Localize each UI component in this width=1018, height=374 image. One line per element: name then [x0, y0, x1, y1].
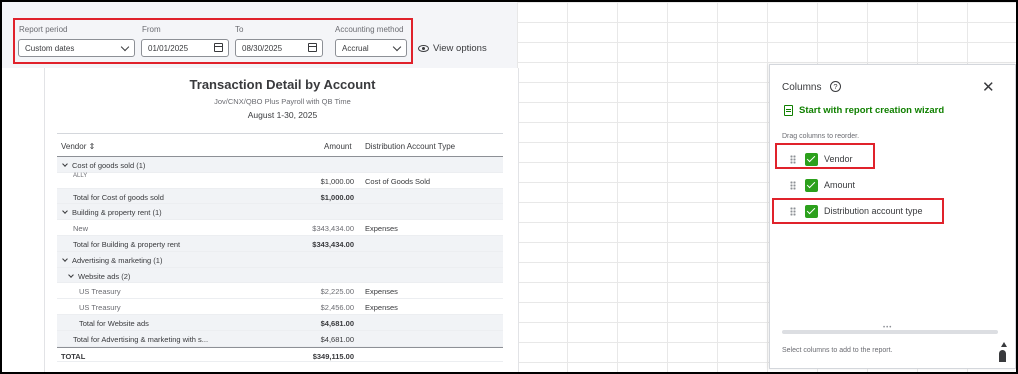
- view-options-label: View options: [433, 43, 487, 54]
- document-icon: [784, 105, 793, 116]
- table-row[interactable]: US Treasury $2,225.00 Expenses: [57, 283, 503, 300]
- help-icon[interactable]: ?: [830, 81, 841, 92]
- group-row[interactable]: Building & property rent (1): [57, 204, 503, 221]
- view-options-button[interactable]: View options: [418, 43, 487, 54]
- scrollbar-thumb[interactable]: [999, 350, 1006, 362]
- table-header: Vendor ⇕ Amount Distribution Account Typ…: [57, 133, 503, 157]
- subgroup-row[interactable]: Website ads (2): [57, 267, 503, 284]
- scroll-up-arrow-icon[interactable]: [1001, 342, 1007, 347]
- column-item-amount[interactable]: Amount: [790, 177, 855, 193]
- table-row[interactable]: US Treasury $2,456.00 Expenses: [57, 299, 503, 315]
- chevron-down-icon[interactable]: [68, 271, 74, 278]
- select-columns-hint: Select columns to add to the report.: [782, 347, 893, 354]
- table-row[interactable]: New $343,434.00 Expenses: [57, 220, 503, 236]
- total-row: Total for Cost of goods sold $1,000.00: [57, 188, 503, 205]
- group-row[interactable]: Cost of goods sold (1): [57, 157, 503, 173]
- column-header-amount[interactable]: Amount: [324, 142, 352, 151]
- highlight-distribution: [772, 198, 944, 224]
- panel-title: Columns: [782, 82, 822, 93]
- column-header-distribution[interactable]: Distribution Account Type: [365, 142, 455, 151]
- column-header-vendor[interactable]: Vendor ⇕: [61, 142, 95, 151]
- report-wizard-link[interactable]: Start with report creation wizard: [784, 105, 944, 116]
- chevron-down-icon[interactable]: [62, 161, 68, 167]
- chevron-down-icon[interactable]: [62, 208, 68, 215]
- highlight-vendor: [775, 143, 875, 169]
- report-date-range: August 1-30, 2025: [247, 110, 318, 120]
- company-name: Jov/CNX/QBO Plus Payroll with QB Time: [214, 97, 351, 106]
- resize-handle[interactable]: [782, 325, 998, 334]
- wizard-label: Start with report creation wizard: [799, 105, 945, 116]
- report-table: Vendor ⇕ Amount Distribution Account Typ…: [57, 133, 503, 363]
- chevron-down-icon[interactable]: [62, 255, 68, 262]
- checkbox-checked-icon[interactable]: [805, 178, 818, 192]
- drag-handle-icon[interactable]: [790, 180, 796, 190]
- grand-total-row: TOTAL $349,115.00: [57, 346, 503, 363]
- close-icon[interactable]: ✕: [982, 78, 995, 96]
- total-row: Total for Advertising & marketing with s…: [57, 330, 503, 347]
- total-row: Total for Website ads $4,681.00: [57, 314, 503, 331]
- app-frame: Report period Custom dates From 01/01/20…: [2, 2, 1016, 372]
- report-body: Transaction Detail by Account Jov/CNX/QB…: [44, 68, 519, 372]
- total-row: Total for Building & property rent $343,…: [57, 235, 503, 252]
- drag-hint: Drag columns to reorder.: [782, 133, 860, 140]
- eye-icon: [418, 45, 429, 52]
- highlight-filters: [13, 18, 413, 64]
- report-title: Transaction Detail by Account: [189, 77, 376, 92]
- group-row[interactable]: Advertising & marketing (1): [57, 251, 503, 268]
- table-row[interactable]: ALLY $1,000.00 Cost of Goods Sold: [57, 173, 503, 189]
